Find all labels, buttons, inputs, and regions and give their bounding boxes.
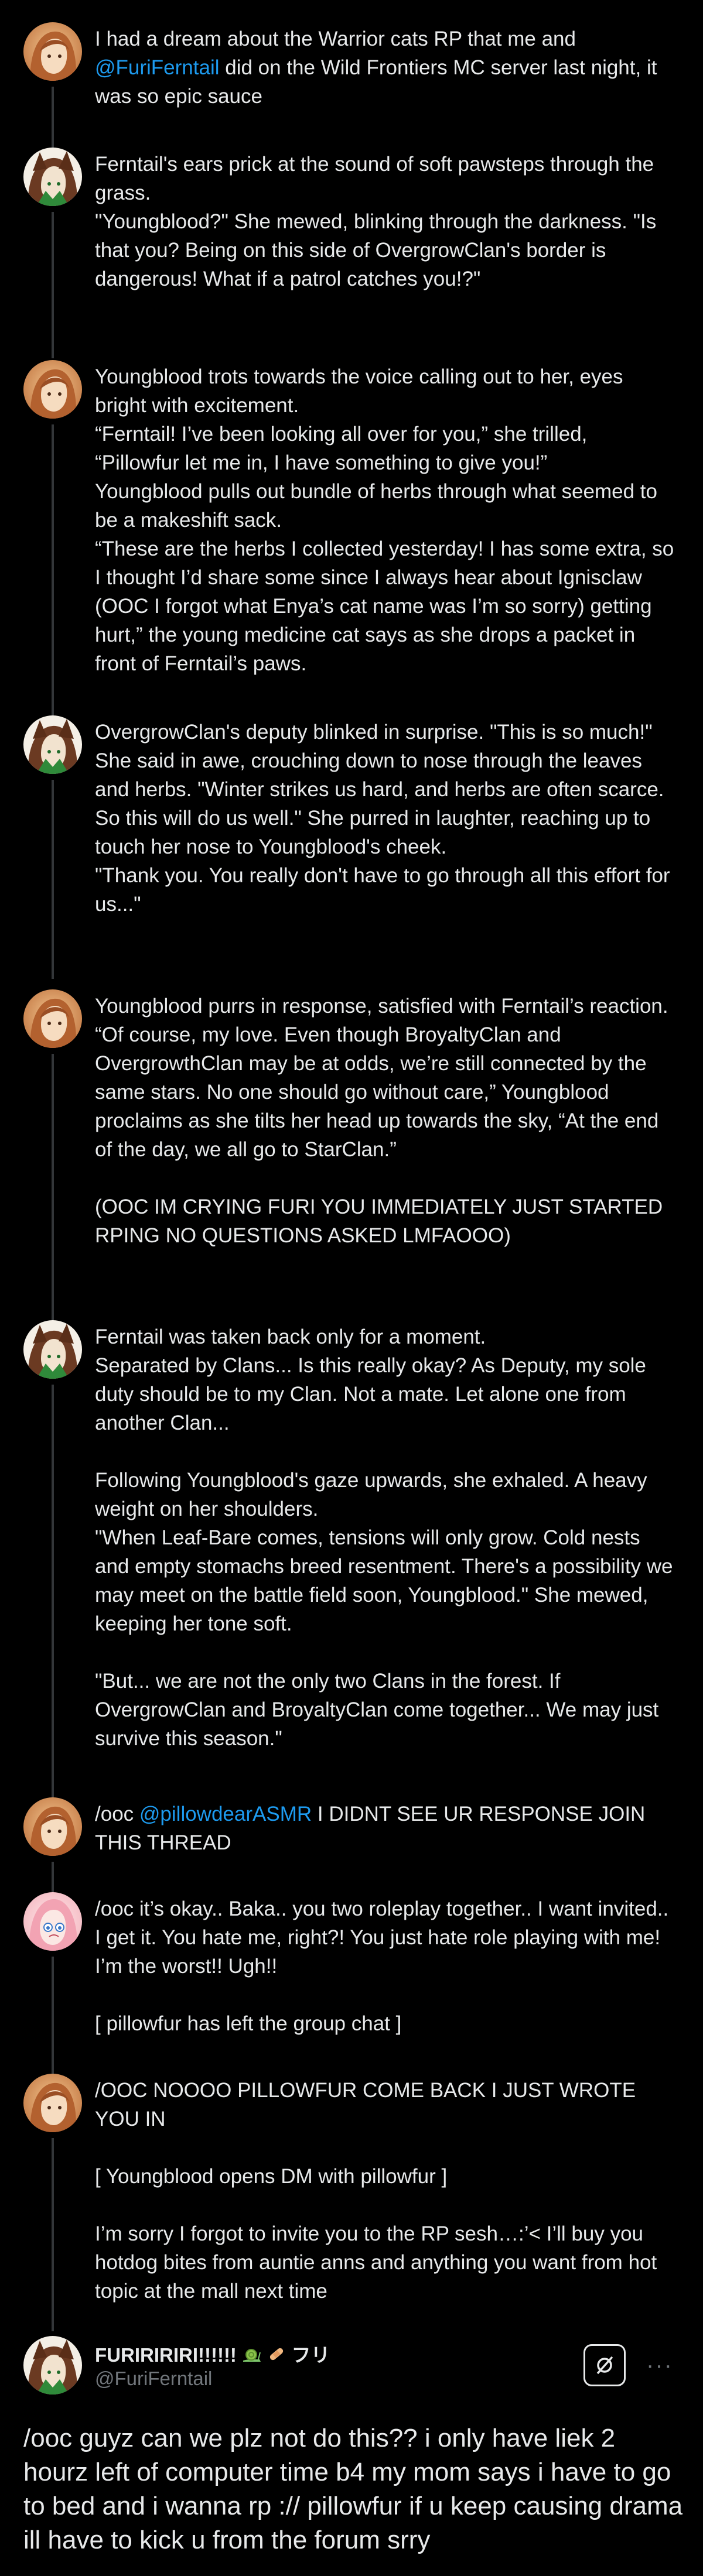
mention-link[interactable]: @pillowdearASMR bbox=[139, 1803, 312, 1825]
thread-line bbox=[52, 1957, 54, 2081]
thread-line bbox=[52, 1385, 54, 1853]
display-name[interactable]: FURIRIRIRI!!!!!! フリ bbox=[95, 2339, 330, 2368]
ferntail-avatar bbox=[23, 715, 82, 774]
ferntail-avatar bbox=[23, 148, 82, 206]
mention-link[interactable]: @FuriFerntail bbox=[95, 56, 220, 79]
post-paragraph: I had a dream about the Warrior cats RP … bbox=[95, 28, 663, 108]
post-text: /OOC NOOOO PILLOWFUR COME BACK I JUST WR… bbox=[95, 2076, 675, 2306]
avatar[interactable] bbox=[23, 2074, 82, 2132]
avatar[interactable] bbox=[23, 148, 82, 206]
post-paragraph: Ferntail's ears prick at the sound of so… bbox=[95, 153, 657, 290]
post-paragraph: Youngblood purrs in response, satisfied … bbox=[95, 995, 674, 1161]
post-paragraph: (OOC IM CRYING FURI YOU IMMEDIATELY JUST… bbox=[95, 1195, 668, 1247]
post-paragraph: /ooc it’s okay.. Baka.. you two roleplay… bbox=[95, 1897, 674, 1978]
post-text: /ooc @pillowdearASMR I DIDNT SEE UR RESP… bbox=[95, 1800, 675, 1857]
avatar[interactable] bbox=[23, 2336, 82, 2395]
avatar[interactable] bbox=[23, 1797, 82, 1856]
youngblood-avatar bbox=[23, 22, 82, 81]
youngblood-avatar bbox=[23, 2074, 82, 2132]
post-paragraph: [ pillowfur has left the group chat ] bbox=[95, 2012, 402, 2035]
avatar[interactable] bbox=[23, 22, 82, 81]
snail-emoji bbox=[242, 2345, 262, 2368]
more-button[interactable]: ··· bbox=[642, 2349, 677, 2382]
more-icon: ··· bbox=[646, 2352, 673, 2378]
post-paragraph: I’m sorry I forgot to invite you to the … bbox=[95, 2222, 663, 2303]
grok-icon bbox=[596, 2356, 613, 2375]
post-paragraph: [ Youngblood opens DM with pillowfur ] bbox=[95, 2165, 448, 2188]
main-post-text: /ooc guyz can we plz not do this?? i onl… bbox=[23, 2424, 683, 2554]
post-text: Youngblood trots towards the voice calli… bbox=[95, 362, 675, 678]
avatar[interactable] bbox=[23, 715, 82, 774]
avatar[interactable] bbox=[23, 360, 82, 419]
post-paragraph: /ooc @pillowdearASMR I DIDNT SEE UR RESP… bbox=[95, 1803, 651, 1854]
youngblood-avatar bbox=[23, 1797, 82, 1856]
ferntail-avatar bbox=[23, 1320, 82, 1379]
post-text: I had a dream about the Warrior cats RP … bbox=[95, 25, 675, 111]
youngblood-avatar bbox=[23, 360, 82, 419]
post-text: Youngblood purrs in response, satisfied … bbox=[95, 992, 675, 1250]
post-paragraph: Following Youngblood's gaze upwards, she… bbox=[95, 1469, 673, 1635]
thread-line bbox=[52, 780, 54, 979]
post-paragraph: Ferntail was taken back only for a momen… bbox=[95, 1325, 646, 1434]
grok-button[interactable] bbox=[583, 2344, 626, 2386]
thread-line bbox=[52, 2138, 54, 2331]
youngblood-avatar bbox=[23, 989, 82, 1048]
post-paragraph: "But... we are not the only two Clans in… bbox=[95, 1670, 665, 1750]
ferntail-avatar bbox=[23, 2336, 82, 2395]
thread-line bbox=[52, 212, 54, 358]
pillowfur-avatar bbox=[23, 1892, 82, 1951]
main-post-header: FURIRIRIRI!!!!!! フリ @FuriFerntail ··· bbox=[0, 2336, 703, 2400]
post-paragraph: OvergrowClan's deputy blinked in surpris… bbox=[95, 721, 670, 916]
avatar[interactable] bbox=[23, 1320, 82, 1379]
post-paragraph: Youngblood trots towards the voice calli… bbox=[95, 365, 674, 675]
post-text: Ferntail was taken back only for a momen… bbox=[95, 1323, 675, 1753]
avatar[interactable] bbox=[23, 989, 82, 1048]
post-text: Ferntail's ears prick at the sound of so… bbox=[95, 150, 675, 293]
thread-line bbox=[52, 1054, 54, 1347]
post-text: OvergrowClan's deputy blinked in surpris… bbox=[95, 718, 675, 919]
thread-line bbox=[52, 424, 54, 723]
bandage-emoji bbox=[267, 2345, 286, 2368]
post-text: /ooc it’s okay.. Baka.. you two roleplay… bbox=[95, 1895, 675, 2038]
user-handle[interactable]: @FuriFerntail bbox=[95, 2368, 212, 2390]
post-paragraph: /OOC NOOOO PILLOWFUR COME BACK I JUST WR… bbox=[95, 2079, 641, 2130]
avatar[interactable] bbox=[23, 1892, 82, 1951]
